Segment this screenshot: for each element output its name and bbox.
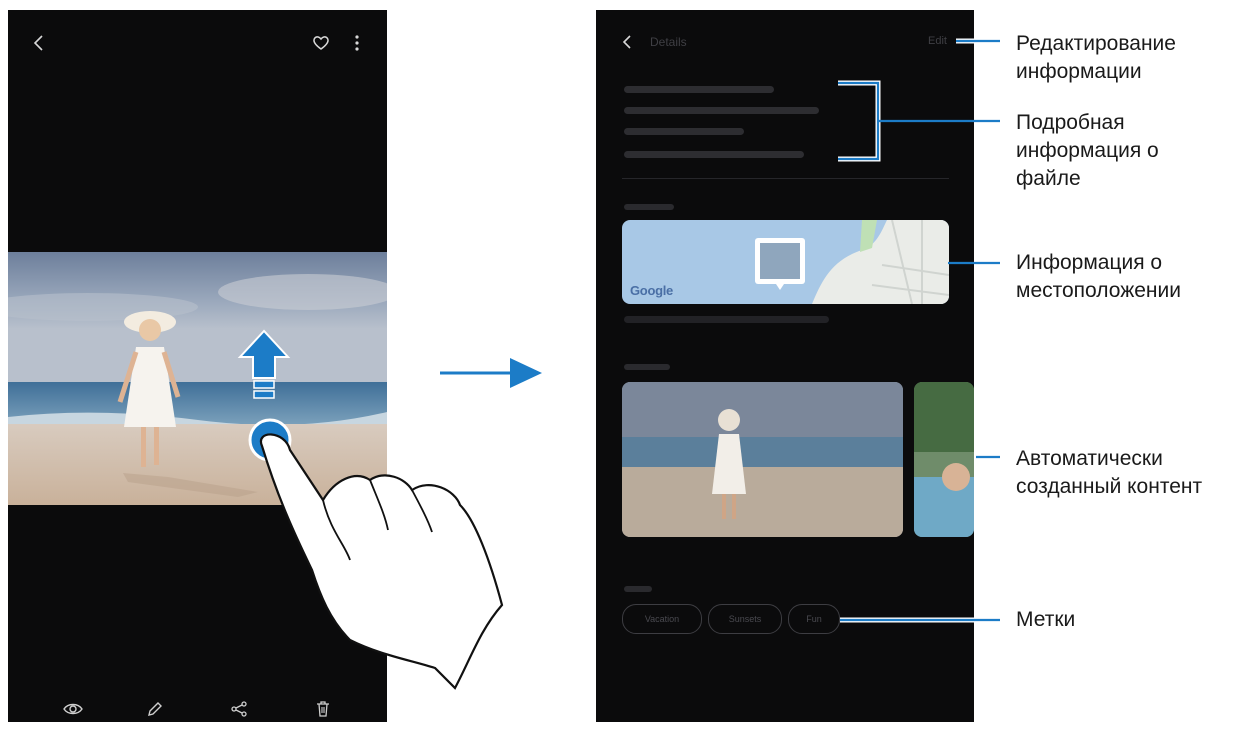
tag-chip[interactable]: Sunsets [708,604,782,634]
callout-auto-content: Автоматически созданный контент [1016,447,1203,498]
bixby-vision-eye-icon[interactable] [60,696,86,722]
photo-viewer-screen [8,10,387,722]
more-vertical-icon[interactable] [348,32,366,54]
back-chevron-icon[interactable] [28,32,50,54]
address-line [624,316,829,323]
stories-section-label [624,364,670,370]
edit-pencil-icon[interactable] [142,696,168,722]
beach-photo[interactable] [8,252,387,505]
details-screen: Details Edit Google Vacation Sunsets Fun [596,10,974,722]
heart-icon[interactable] [310,32,332,54]
story-card[interactable] [914,382,974,537]
tags-section-label [624,586,652,592]
details-title: Details [650,35,687,49]
google-logo: Google [630,283,673,298]
location-map[interactable]: Google [622,220,949,304]
tag-chip[interactable]: Fun [788,604,840,634]
callout-tags: Метки [1016,608,1076,631]
callout-file-details: Подробная информация о файле [1016,111,1159,190]
back-chevron-icon[interactable] [618,32,636,52]
share-icon[interactable] [226,696,252,722]
delete-trash-icon[interactable] [310,696,336,722]
edit-button[interactable]: Edit [928,35,947,47]
transition-arrow-icon [440,358,542,388]
callout-location-info: Информация о местоположении [1016,251,1181,302]
location-section-label [624,204,674,210]
callout-edit-info: Редактирование информации [1016,32,1176,83]
story-card[interactable] [622,382,903,537]
tag-chip[interactable]: Vacation [622,604,702,634]
divider [622,178,949,179]
